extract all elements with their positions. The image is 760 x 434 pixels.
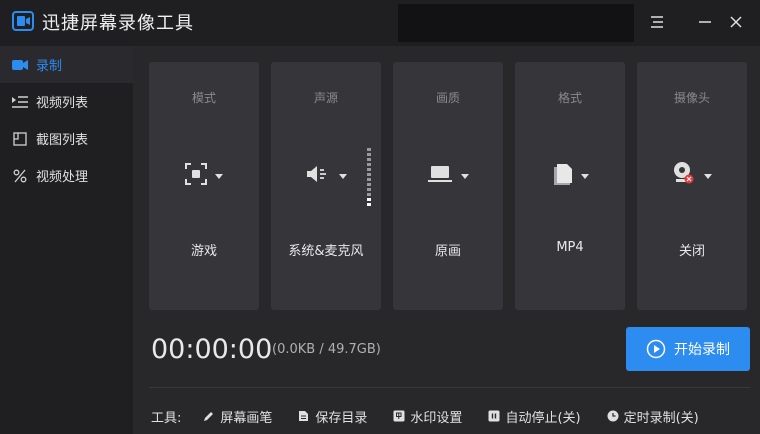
folder-doc-icon	[298, 410, 310, 422]
tool-label: 定时录制(关)	[623, 410, 699, 426]
start-recording-label: 开始录制	[674, 342, 730, 358]
file-icon	[551, 162, 573, 190]
sidebar: 录制 视频列表 截图列表 视频处理	[0, 46, 133, 434]
card-value: MP4	[556, 240, 584, 255]
tool-label: 屏幕画笔	[220, 410, 273, 426]
watermark-icon	[393, 410, 405, 422]
app-logo-icon	[12, 11, 34, 31]
pause-icon	[488, 410, 500, 422]
chevron-down-icon	[461, 173, 469, 179]
audio-source-card[interactable]: 声源 系统&麦克风	[271, 62, 381, 310]
card-value: 原画	[434, 244, 461, 259]
tool-label: 自动停止(关)	[505, 410, 581, 426]
title-bar-region	[398, 4, 634, 42]
minimize-icon[interactable]	[695, 12, 715, 32]
divider	[149, 387, 750, 388]
webcam-icon	[672, 161, 696, 191]
mode-card[interactable]: 模式 游戏	[149, 62, 259, 310]
tool-label: 水印设置	[410, 410, 463, 426]
title-bar: 迅捷屏幕录像工具	[0, 0, 760, 44]
scheduled-recording-button[interactable]: 定时录制(关)	[607, 407, 699, 426]
tools-bar: 工具: 屏幕画笔 保存目录 水印设置 自动停止(关) 定时录制(关)	[151, 406, 699, 426]
chevron-down-icon	[215, 173, 223, 179]
tool-label: 保存目录	[315, 410, 368, 426]
quality-card[interactable]: 画质 原画	[393, 62, 503, 310]
chevron-down-icon	[581, 173, 589, 179]
play-circle-icon	[646, 339, 666, 359]
recording-size: (0.0KB / 49.7GB)	[272, 342, 381, 357]
card-title: 声源	[313, 91, 338, 105]
sidebar-item-video-list[interactable]: 视频列表	[0, 83, 133, 120]
auto-stop-button[interactable]: 自动停止(关)	[488, 407, 581, 426]
menu-icon[interactable]	[647, 12, 667, 32]
sidebar-item-record[interactable]: 录制	[0, 46, 133, 83]
video-camera-icon	[12, 57, 28, 73]
app-title: 迅捷屏幕录像工具	[42, 13, 194, 34]
card-title: 模式	[191, 91, 216, 105]
sidebar-item-label: 视频处理	[36, 170, 89, 185]
chevron-down-icon	[339, 173, 347, 179]
screen-pen-button[interactable]: 屏幕画笔	[203, 407, 272, 426]
mode-icon	[185, 163, 207, 189]
laptop-icon	[427, 165, 453, 187]
sidebar-item-label: 录制	[36, 59, 63, 74]
watermark-settings-button[interactable]: 水印设置	[393, 407, 462, 426]
format-card[interactable]: 格式 MP4	[515, 62, 625, 310]
volume-meter	[367, 148, 371, 206]
sidebar-item-label: 视频列表	[36, 96, 89, 111]
sidebar-item-screenshot-list[interactable]: 截图列表	[0, 120, 133, 157]
recording-timer: 00:00:00	[151, 334, 273, 365]
card-value: 关闭	[678, 244, 705, 259]
save-directory-button[interactable]: 保存目录	[298, 407, 367, 426]
start-recording-button[interactable]: 开始录制	[626, 327, 750, 371]
card-value: 系统&麦克风	[288, 244, 364, 259]
pen-icon	[203, 410, 215, 422]
card-title: 摄像头	[673, 91, 710, 105]
app-window: 迅捷屏幕录像工具 录制 视频列表 截图列表 视频处理 模式 游戏 声源 系统&麦…	[0, 0, 760, 434]
main-panel: 模式 游戏 声源 系统&麦克风 画质 原画 格式 MP4 摄像头 关闭 00:0…	[133, 46, 760, 434]
webcam-card[interactable]: 摄像头 关闭	[637, 62, 747, 310]
tools-label: 工具:	[151, 410, 182, 426]
clock-icon	[607, 410, 619, 422]
card-value: 游戏	[190, 244, 217, 259]
card-title: 画质	[435, 91, 460, 105]
chevron-down-icon	[704, 173, 712, 179]
sidebar-item-label: 截图列表	[36, 133, 89, 148]
sidebar-item-video-process[interactable]: 视频处理	[0, 157, 133, 194]
speaker-icon	[305, 164, 331, 188]
video-list-icon	[12, 94, 28, 110]
screenshot-list-icon	[12, 131, 28, 147]
close-icon[interactable]	[726, 12, 746, 32]
card-title: 格式	[557, 91, 582, 105]
video-process-icon	[12, 168, 28, 184]
